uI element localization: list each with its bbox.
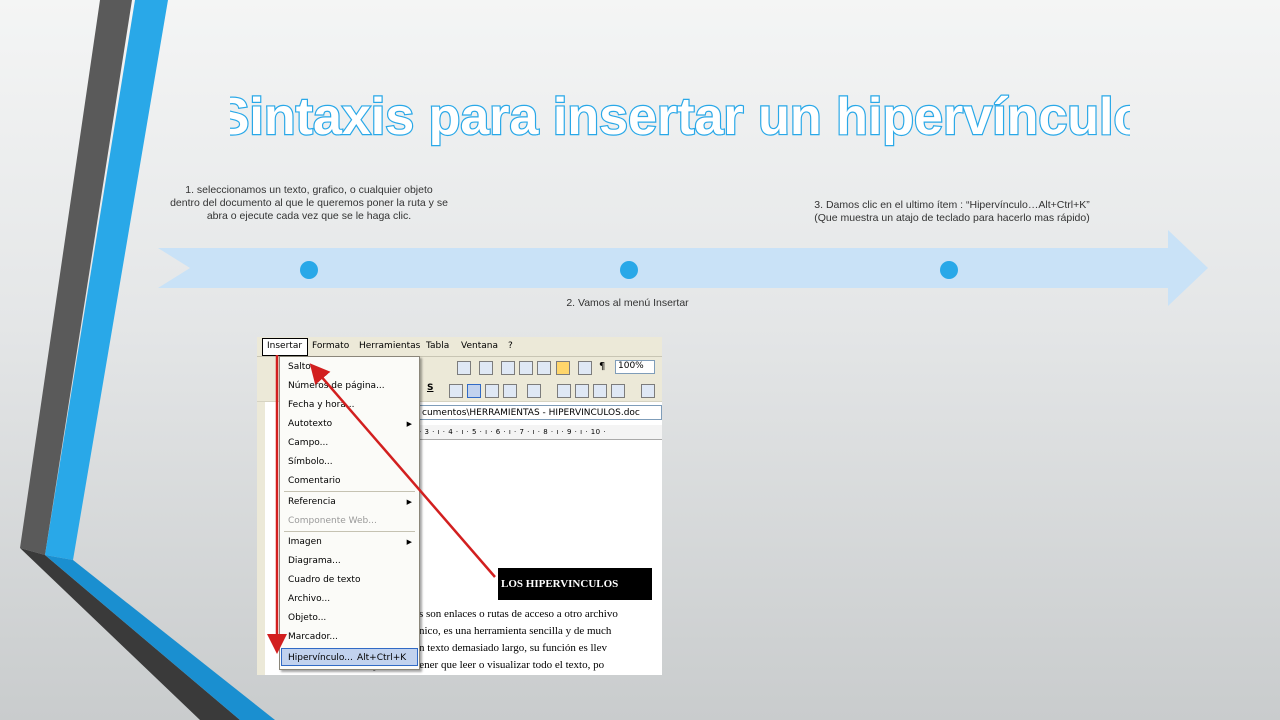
timeline-dot-1: [300, 261, 318, 279]
svg-text:Sintaxis para insertar un hipe: Sintaxis para insertar un hipervínculo: [230, 88, 1130, 146]
diagonal-arrow: [309, 363, 496, 578]
red-annotation-arrows: [267, 355, 496, 654]
page-title: Sintaxis para insertar un hipervínculo: [230, 87, 1130, 147]
word-screenshot: Insertar Formato Herramientas Tabla Vent…: [257, 337, 662, 675]
step-1-text: 1. seleccionamos un texto, grafico, o cu…: [170, 184, 448, 222]
step-3-text: 3. Damos clic en el ultimo ítem : “Hiper…: [814, 199, 1090, 224]
timeline-dot-3: [940, 261, 958, 279]
timeline-dot-2: [620, 261, 638, 279]
step-2-text: 2. Vamos al menú Insertar: [566, 297, 689, 309]
